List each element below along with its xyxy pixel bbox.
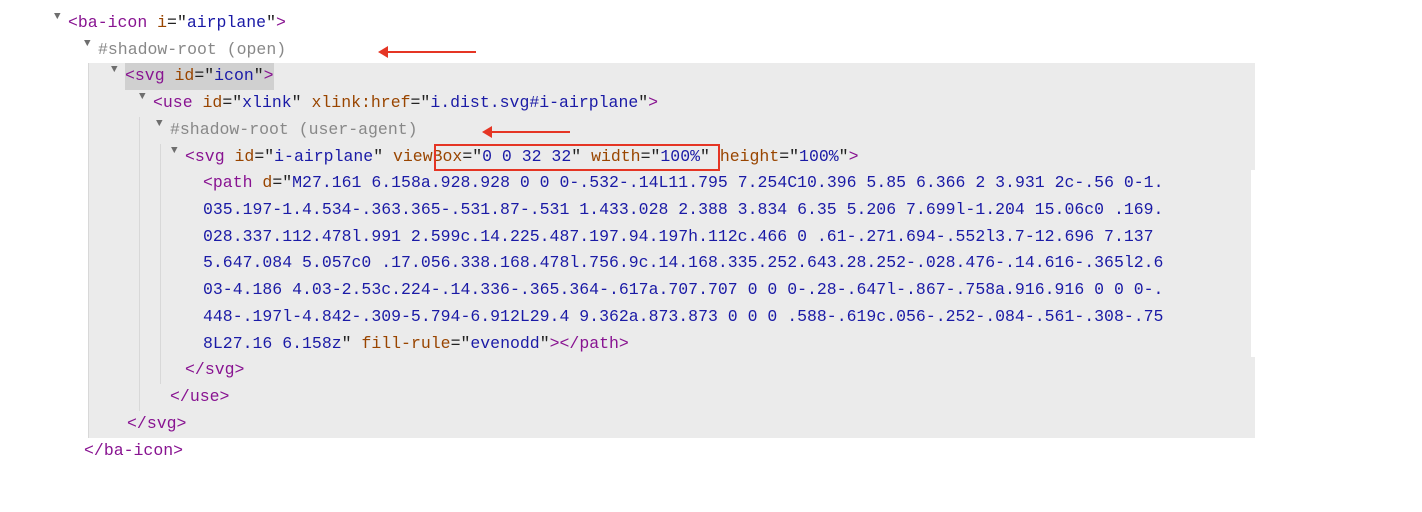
attr-name: id <box>235 147 255 166</box>
dom-close-ba-icon[interactable]: </ba-icon> <box>0 438 1422 465</box>
attr-value: airplane <box>187 13 266 32</box>
attr-value: xlink <box>242 93 292 112</box>
tag-name: ba-icon <box>78 13 147 32</box>
attr-name: d <box>262 173 272 192</box>
attr-value: i-airplane <box>274 147 373 166</box>
dom-close-svg-inner[interactable]: </svg> <box>0 357 1422 384</box>
dom-node-use[interactable]: ▼ <use id="xlink" xlink:href="i.dist.svg… <box>0 90 1422 117</box>
annotation-arrow-icon <box>492 131 570 133</box>
expander-icon[interactable]: ▼ <box>156 116 170 134</box>
expander-icon[interactable]: ▼ <box>111 62 125 80</box>
shadow-root-label: #shadow-root (user-agent) <box>170 117 418 144</box>
annotation-highlight-box <box>434 144 720 171</box>
dom-close-use[interactable]: </use> <box>0 384 1422 411</box>
tag-name: path <box>213 173 253 192</box>
tag-name: svg <box>135 66 165 85</box>
attr-name: i <box>157 13 167 32</box>
dom-node-svg-icon[interactable]: ▼ <svg id="icon"> <box>0 63 1422 90</box>
expander-icon[interactable]: ▼ <box>171 143 185 161</box>
dom-close-svg-outer[interactable]: </svg> <box>0 411 1422 438</box>
tag-name: use <box>163 93 193 112</box>
path-d-value: M27.161 6.158a.928.928 0 0 0-.532-.14L11… <box>203 173 1163 352</box>
attr-value: evenodd <box>470 334 539 353</box>
shadow-root-label: #shadow-root (open) <box>98 37 286 64</box>
attr-name: fill-rule <box>361 334 450 353</box>
annotation-arrow-icon <box>388 51 476 53</box>
expander-icon[interactable]: ▼ <box>84 36 98 54</box>
attr-name: xlink:href <box>311 93 410 112</box>
attr-name: id <box>175 66 195 85</box>
expander-icon[interactable]: ▼ <box>139 89 153 107</box>
dom-node-svg-i-airplane[interactable]: ▼ <svg id="i-airplane" viewBox="0 0 32 3… <box>0 144 1422 171</box>
angle-open: < <box>68 13 78 32</box>
expander-icon[interactable]: ▼ <box>54 9 68 27</box>
shadow-root-user-agent[interactable]: ▼ #shadow-root (user-agent) <box>0 117 1422 144</box>
attr-name: id <box>203 93 223 112</box>
tag-name: svg <box>195 147 225 166</box>
attr-value: icon <box>214 66 254 85</box>
dom-node-ba-icon[interactable]: ▼ <ba-icon i="airplane"> <box>0 10 1422 37</box>
attr-value: i.dist.svg#i-airplane <box>430 93 638 112</box>
shadow-root-open[interactable]: ▼ #shadow-root (open) <box>0 37 1422 64</box>
dom-node-path[interactable]: <path d="M27.161 6.158a.928.928 0 0 0-.5… <box>0 170 1422 357</box>
attr-value: 100% <box>799 147 839 166</box>
attr-name: height <box>720 147 779 166</box>
